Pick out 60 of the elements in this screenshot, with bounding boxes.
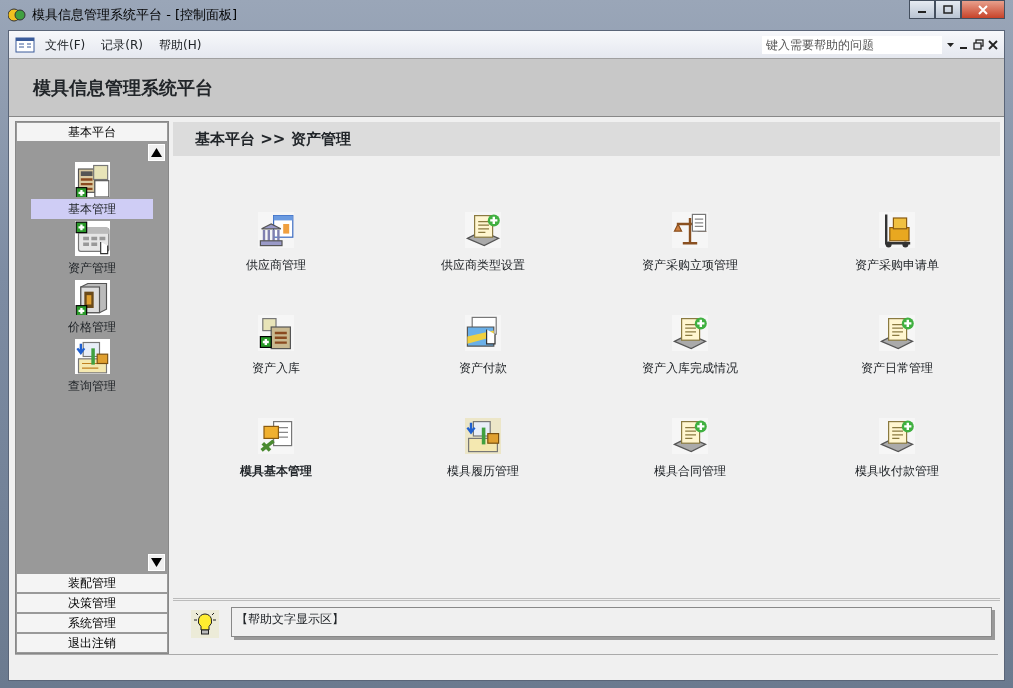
up-triangle-icon [151, 148, 162, 157]
tile-label[interactable]: 资产日常管理 [860, 359, 933, 377]
document-plus-icon[interactable] [465, 212, 502, 248]
menu-item[interactable]: 文件(F) [39, 33, 92, 56]
chart-form-icon[interactable] [74, 339, 110, 374]
menu-item[interactable]: 记录(R) [95, 33, 149, 56]
scroll-up-button[interactable] [148, 144, 165, 161]
document-plus-icon[interactable] [671, 418, 708, 454]
scroll-down-button[interactable] [148, 554, 165, 571]
sidebar-group-header[interactable]: 基本平台 [16, 122, 168, 142]
tile-label[interactable]: 模具收付款管理 [854, 462, 939, 480]
sidebar-item[interactable]: 资产管理 [31, 258, 153, 278]
card-pointer-icon[interactable] [465, 315, 502, 351]
help-search-field[interactable]: 键入需要帮助的问题 [762, 35, 942, 54]
calculator-icon[interactable] [74, 162, 110, 197]
tile-label[interactable]: 供应商管理 [246, 256, 307, 274]
minimize-button[interactable] [909, 0, 935, 19]
form-icon[interactable] [15, 36, 35, 53]
lightbulb-icon [191, 609, 219, 638]
safe-icon[interactable] [74, 280, 110, 315]
sidebar-group-header[interactable]: 装配管理 [16, 573, 168, 593]
sidebar-group-header[interactable]: 退出注销 [16, 633, 168, 653]
help-text-area: 【帮助文字显示区】 [231, 607, 992, 637]
down-triangle-icon [151, 558, 162, 567]
close-icon[interactable] [988, 39, 998, 50]
tile-label[interactable]: 供应商类型设置 [441, 256, 526, 274]
dropdown-caret-icon[interactable] [946, 41, 955, 48]
tile-label[interactable]: 资产入库完成情况 [641, 359, 738, 377]
tile-label[interactable]: 资产入库 [252, 359, 301, 377]
tile-label[interactable]: 资产采购申请单 [854, 256, 939, 274]
restore-icon[interactable] [973, 39, 984, 50]
tile-label[interactable]: 资产付款 [459, 359, 508, 377]
close-button[interactable] [961, 0, 1005, 19]
tile-label[interactable]: 模具履历管理 [447, 462, 520, 480]
close-icon [977, 4, 989, 15]
calendar-icon[interactable] [74, 221, 110, 256]
tile-label[interactable]: 模具合同管理 [653, 462, 726, 480]
app-icon [8, 7, 26, 23]
sidebar-group-header[interactable]: 系统管理 [16, 613, 168, 633]
calculator-icon[interactable] [258, 315, 295, 351]
tile-label[interactable]: 模具基本管理 [240, 462, 313, 480]
chart-form-icon[interactable] [465, 418, 502, 454]
maximize-button[interactable] [935, 0, 961, 19]
sidebar-item[interactable]: 基本管理 [31, 199, 153, 219]
sidebar-group-header[interactable]: 决策管理 [16, 593, 168, 613]
maximize-icon [943, 5, 953, 14]
window-title: 模具信息管理系统平台 - [控制面板] [32, 6, 238, 25]
sidebar-item[interactable]: 价格管理 [31, 317, 153, 337]
document-plus-icon[interactable] [671, 315, 708, 351]
box-tools-icon[interactable] [258, 418, 295, 454]
sidebar-item[interactable]: 查询管理 [31, 376, 153, 396]
document-plus-icon[interactable] [878, 315, 915, 351]
breadcrumb: 基本平台 >> 资产管理 [173, 122, 1000, 156]
tile-label[interactable]: 资产采购立项管理 [641, 256, 738, 274]
document-plus-icon[interactable] [878, 418, 915, 454]
app-header: 模具信息管理系统平台 [9, 59, 1004, 117]
cart-boxes-icon[interactable] [878, 212, 915, 248]
scale-icon[interactable] [671, 212, 708, 248]
menu-item[interactable]: 帮助(H) [152, 33, 208, 56]
building-icon[interactable] [258, 212, 295, 248]
